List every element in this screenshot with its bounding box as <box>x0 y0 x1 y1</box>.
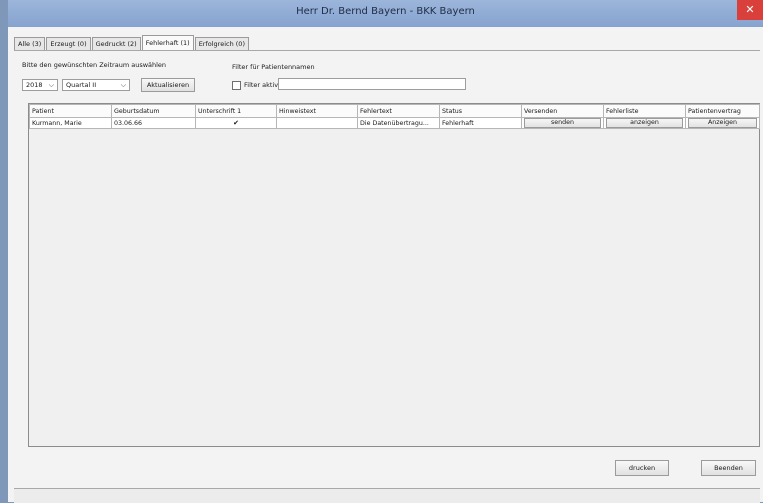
cell-error-list: anzeigen <box>603 117 686 129</box>
cell-send: senden <box>521 117 604 129</box>
show-contract-button[interactable]: Anzeigen <box>688 118 757 128</box>
cell-error-text: Die Datenübertragu... <box>357 117 440 129</box>
tab-alle[interactable]: Alle (3) <box>14 37 46 50</box>
tab-bar: Alle (3) Erzeugt (0) Gedruckt (2) Fehler… <box>14 35 250 50</box>
cell-birthdate: 03.06.66 <box>111 117 196 129</box>
chevron-down-icon: ⌵ <box>48 81 54 89</box>
year-select[interactable]: 2018 ⌵ <box>22 79 58 91</box>
cell-patient: Kurmann, Marie <box>29 117 112 129</box>
patient-filter-input[interactable] <box>278 78 466 90</box>
column-header-contract[interactable]: Patientenvertrag <box>685 104 760 118</box>
send-button[interactable]: senden <box>524 118 601 128</box>
signature-checkbox[interactable]: ✔ <box>195 117 277 129</box>
refresh-button[interactable]: Aktualisieren <box>141 78 195 92</box>
column-header-send[interactable]: Versenden <box>521 104 604 118</box>
filter-active-checkbox[interactable] <box>232 81 241 90</box>
cell-contract: Anzeigen <box>685 117 760 129</box>
column-header-signature[interactable]: Unterschrift 1 <box>195 104 277 118</box>
tab-fehlerhaft[interactable]: Fehlerhaft (1) <box>141 35 194 50</box>
year-value: 2018 <box>26 81 43 89</box>
cell-hint <box>276 117 358 129</box>
window-title: Herr Dr. Bernd Bayern - BKK Bayern <box>296 6 475 17</box>
column-header-patient[interactable]: Patient <box>29 104 112 118</box>
print-button[interactable]: drucken <box>615 460 669 476</box>
table-header-row: Patient Geburtsdatum Unterschrift 1 Hinw… <box>29 104 760 118</box>
patients-grid: Patient Geburtsdatum Unterschrift 1 Hinw… <box>28 103 760 447</box>
column-header-error-text[interactable]: Fehlertext <box>357 104 440 118</box>
cell-status: Fehlerhaft <box>439 117 522 129</box>
quarter-select[interactable]: Quartal II ⌵ <box>62 79 130 91</box>
application-window: Herr Dr. Bernd Bayern - BKK Bayern ✕ All… <box>8 0 763 503</box>
patient-filter-label: Filter für Patientennamen <box>232 63 315 71</box>
tab-gedruckt[interactable]: Gedruckt (2) <box>91 37 141 50</box>
show-error-list-button[interactable]: anzeigen <box>606 118 683 128</box>
filter-active-label: Filter aktiv <box>244 81 279 89</box>
title-bar: Herr Dr. Bernd Bayern - BKK Bayern ✕ <box>8 0 763 27</box>
quarter-value: Quartal II <box>66 81 97 89</box>
tab-erzeugt[interactable]: Erzeugt (0) <box>46 37 91 50</box>
column-header-birthdate[interactable]: Geburtsdatum <box>111 104 196 118</box>
table-row[interactable]: Kurmann, Marie 03.06.66 ✔ Die Datenübert… <box>29 117 760 129</box>
column-header-hint[interactable]: Hinweistext <box>276 104 358 118</box>
tab-erfolgreich[interactable]: Erfolgreich (0) <box>194 37 249 50</box>
close-icon[interactable]: ✕ <box>737 0 763 20</box>
patients-table: Patient Geburtsdatum Unterschrift 1 Hinw… <box>29 104 760 129</box>
column-header-status[interactable]: Status <box>439 104 522 118</box>
period-label: Bitte den gewünschten Zeitraum auswählen <box>22 61 167 69</box>
exit-button[interactable]: Beenden <box>701 460 756 476</box>
column-header-error-list[interactable]: Fehlerliste <box>603 104 686 118</box>
chevron-down-icon: ⌵ <box>120 81 126 89</box>
status-bar <box>14 488 760 503</box>
